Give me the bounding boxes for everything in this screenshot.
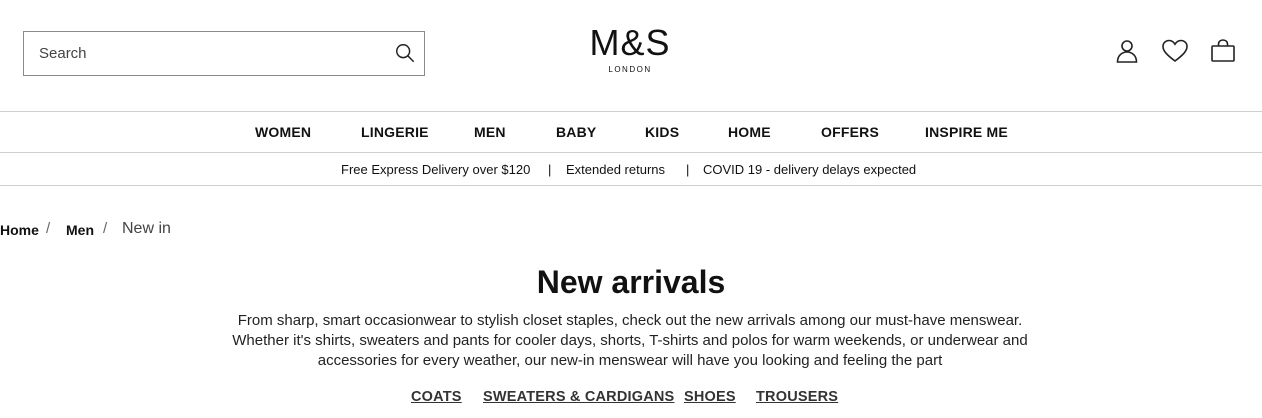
bag-icon[interactable] xyxy=(1209,37,1237,65)
nav-item-lingerie[interactable]: LINGERIE xyxy=(361,124,429,140)
nav-item-baby[interactable]: BABY xyxy=(556,124,596,140)
logo-subtitle: LONDON xyxy=(608,65,652,74)
promo-bar: Free Express Delivery over $120 | Extend… xyxy=(0,153,1262,186)
promo-free-delivery[interactable]: Free Express Delivery over $120 xyxy=(341,162,530,177)
main-navigation: WOMEN LINGERIE MEN BABY KIDS HOME OFFERS… xyxy=(0,111,1262,153)
nav-item-kids[interactable]: KIDS xyxy=(645,124,679,140)
nav-item-men[interactable]: MEN xyxy=(474,124,506,140)
logo-wordmark: M&S xyxy=(589,22,671,63)
promo-covid-notice[interactable]: COVID 19 - delivery delays expected xyxy=(703,162,916,177)
promo-separator: | xyxy=(548,162,552,177)
breadcrumb-current: New in xyxy=(122,220,171,237)
breadcrumb-men[interactable]: Men xyxy=(66,222,94,238)
nav-item-home[interactable]: HOME xyxy=(728,124,771,140)
breadcrumb-home[interactable]: Home xyxy=(0,222,39,238)
nav-item-inspire-me[interactable]: INSPIRE ME xyxy=(925,124,1008,140)
search-box[interactable] xyxy=(23,31,425,76)
wishlist-heart-icon[interactable] xyxy=(1161,37,1189,65)
nav-item-women[interactable]: WOMEN xyxy=(255,124,311,140)
search-input[interactable] xyxy=(24,32,399,75)
brand-logo[interactable]: M&S LONDON xyxy=(587,22,673,75)
page-description: From sharp, smart occasionwear to stylis… xyxy=(232,312,1028,369)
page-title: New arrivals xyxy=(536,264,726,300)
category-link-sweaters-cardigans[interactable]: SWEATERS & CARDIGANS xyxy=(483,389,674,405)
category-link-trousers[interactable]: TROUSERS xyxy=(756,389,838,405)
site-header: M&S LONDON xyxy=(0,0,1262,111)
breadcrumb-separator: / xyxy=(46,220,51,237)
promo-extended-returns[interactable]: Extended returns xyxy=(566,162,665,177)
breadcrumb-separator: / xyxy=(103,220,108,237)
nav-item-offers[interactable]: OFFERS xyxy=(821,124,879,140)
account-icon[interactable] xyxy=(1113,37,1141,65)
promo-separator: | xyxy=(686,162,690,177)
search-icon[interactable] xyxy=(394,42,416,64)
category-link-shoes[interactable]: SHOES xyxy=(684,389,736,405)
category-link-coats[interactable]: COATS xyxy=(411,389,462,405)
